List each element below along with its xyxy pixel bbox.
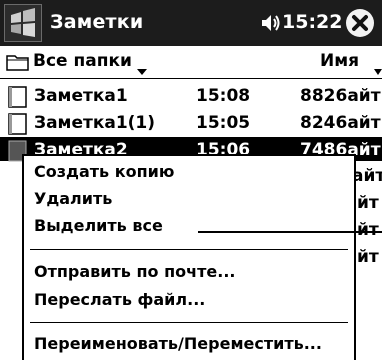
title-bar: Заметки 15:22 xyxy=(0,0,382,46)
windows-start-icon[interactable] xyxy=(4,4,42,42)
file-time: 15:08 xyxy=(196,86,251,106)
chevron-down-icon[interactable] xyxy=(137,60,147,79)
callout-line xyxy=(198,231,382,233)
context-menu: Создать копию Удалить Выделить все Отпра… xyxy=(22,154,356,360)
file-size: айт xyxy=(352,166,382,186)
folder-dropdown[interactable]: Все папки xyxy=(33,51,132,71)
app-title: Заметки xyxy=(50,11,144,33)
folder-icon xyxy=(6,52,30,76)
file-size: 8246айт xyxy=(300,113,381,133)
file-size: йт xyxy=(357,193,379,213)
speaker-icon[interactable] xyxy=(259,12,281,38)
sort-dropdown[interactable]: Имя xyxy=(320,51,359,71)
folder-bar: Все папки Имя xyxy=(0,46,382,79)
file-name: Заметка1 xyxy=(34,86,128,106)
menu-item-send-mail[interactable]: Отправить по почте... xyxy=(34,262,235,281)
file-size: йт xyxy=(357,220,379,240)
menu-item-rename-move[interactable]: Переименовать/Переместить... xyxy=(34,334,322,353)
file-size: 8826айт xyxy=(300,86,381,106)
document-icon xyxy=(7,86,29,113)
clock[interactable]: 15:22 xyxy=(282,11,342,33)
menu-separator xyxy=(30,249,348,250)
menu-item-create-copy[interactable]: Создать копию xyxy=(34,162,174,181)
list-item[interactable]: Заметка1 15:08 8826айт xyxy=(0,83,382,110)
chevron-down-icon[interactable] xyxy=(374,60,382,79)
menu-item-select-all[interactable]: Выделить все xyxy=(34,216,163,235)
close-icon[interactable] xyxy=(346,9,374,37)
menu-separator xyxy=(30,322,348,323)
file-time: 15:05 xyxy=(196,113,251,133)
file-name: Заметка1(1) xyxy=(34,113,156,133)
document-icon xyxy=(7,113,29,140)
menu-item-forward-file[interactable]: Переслать файл... xyxy=(34,290,205,309)
file-size: йт xyxy=(357,247,379,267)
list-item[interactable]: Заметка1(1) 15:05 8246айт xyxy=(0,110,382,137)
menu-item-delete[interactable]: Удалить xyxy=(34,189,112,208)
